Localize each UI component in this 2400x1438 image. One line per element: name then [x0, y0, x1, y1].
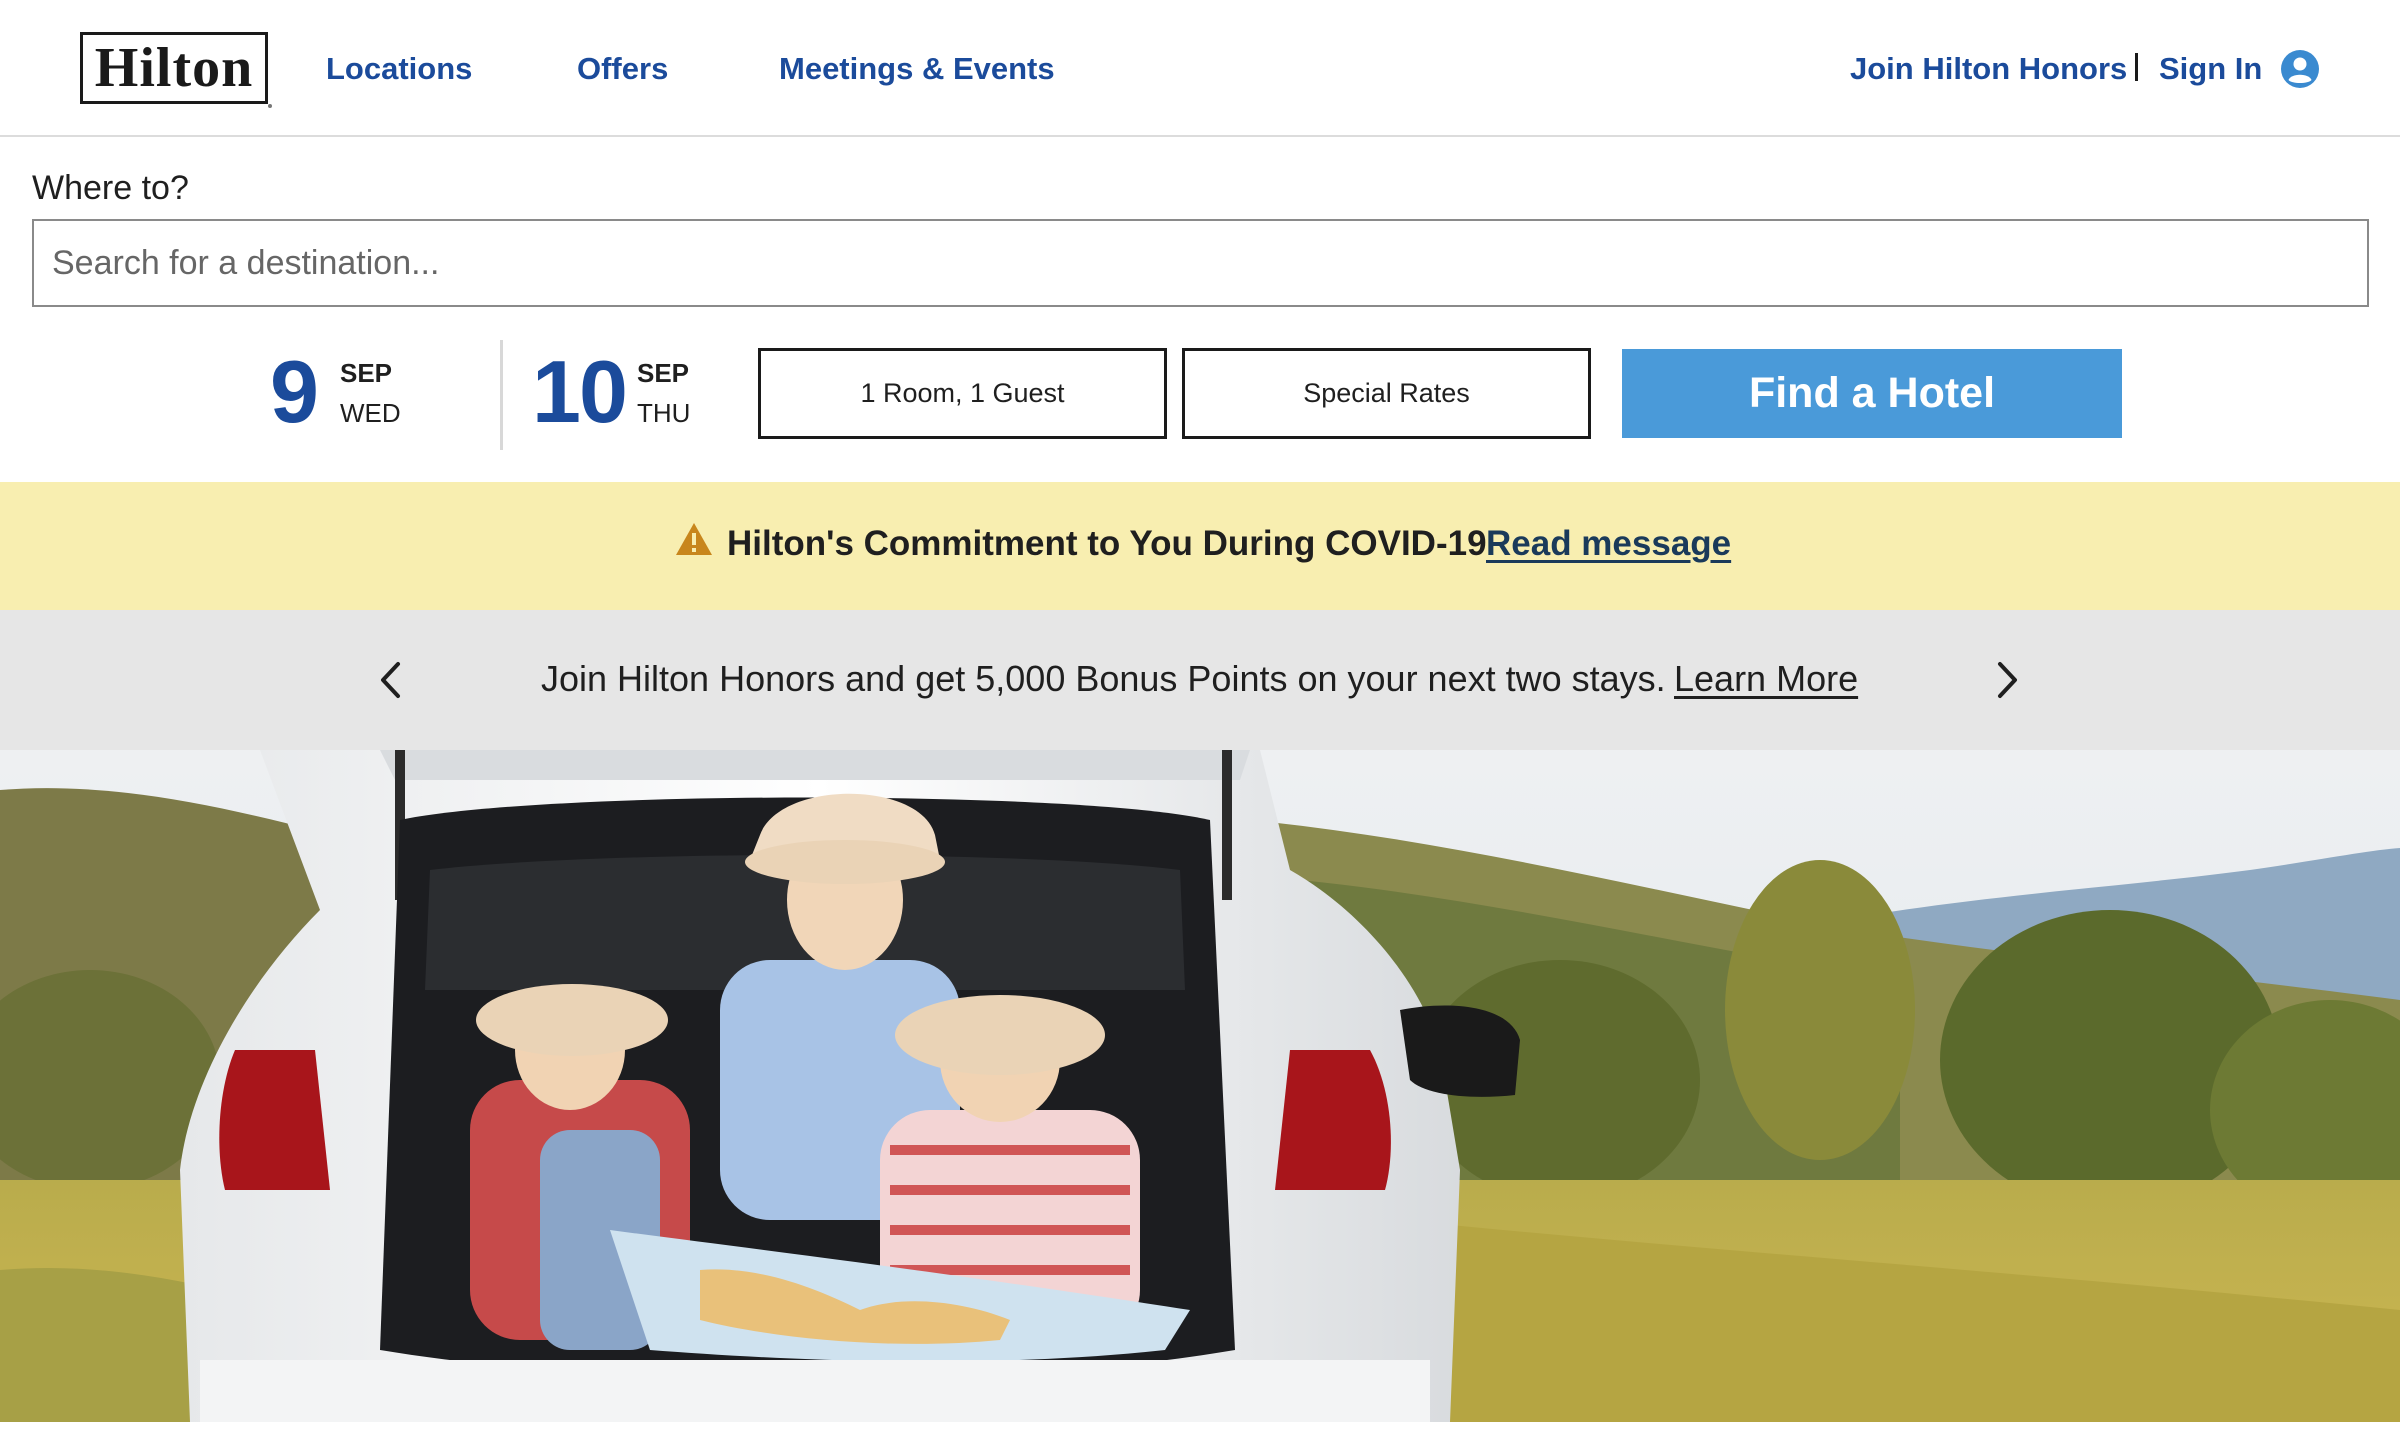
nav-meetings-events-link[interactable]: Meetings & Events [779, 49, 1055, 89]
check-out-month: SEP [637, 358, 690, 388]
find-a-hotel-button[interactable]: Find a Hotel [1622, 349, 2122, 438]
special-rates-button[interactable]: Special Rates [1182, 348, 1591, 439]
warning-triangle-icon [676, 523, 712, 555]
chevron-left-icon[interactable] [372, 659, 412, 701]
read-message-link[interactable]: Read message [1486, 523, 1731, 565]
chevron-right-icon[interactable] [1986, 659, 2026, 701]
check-in-month: SEP [340, 358, 393, 388]
sign-in-link[interactable]: Sign In [2159, 49, 2262, 89]
check-out-day: 10 [532, 342, 628, 441]
check-out-date[interactable]: 10 SEP THU [532, 340, 722, 450]
check-in-day: 9 [270, 342, 319, 441]
nav-divider [2135, 53, 2138, 81]
join-hilton-honors-link[interactable]: Join Hilton Honors [1850, 49, 2127, 89]
hero-illustration [0, 750, 2400, 1422]
nav-offers-link[interactable]: Offers [577, 49, 668, 89]
rooms-guests-button[interactable]: 1 Room, 1 Guest [758, 348, 1167, 439]
logo-trademark-dot [268, 104, 272, 108]
hero-image [0, 750, 2400, 1422]
user-circle-icon[interactable] [2280, 49, 2320, 89]
logo-text: Hilton [94, 37, 254, 99]
hilton-logo[interactable]: Hilton [80, 32, 272, 108]
check-in-weekday: WED [340, 398, 401, 428]
site-header: Hilton Locations Offers Meetings & Event… [0, 0, 2400, 137]
date-separator [500, 340, 503, 450]
check-out-weekday: THU [637, 398, 691, 428]
covid-banner-text: Hilton's Commitment to You During COVID-… [727, 524, 1487, 563]
where-to-label: Where to? [32, 169, 189, 207]
destination-search-input[interactable] [32, 219, 2369, 307]
promo-text: Join Hilton Honors and get 5,000 Bonus P… [541, 658, 1666, 699]
nav-locations-link[interactable]: Locations [326, 49, 472, 89]
check-in-date[interactable]: 9 SEP WED [270, 340, 440, 450]
learn-more-link[interactable]: Learn More [1674, 658, 1858, 700]
